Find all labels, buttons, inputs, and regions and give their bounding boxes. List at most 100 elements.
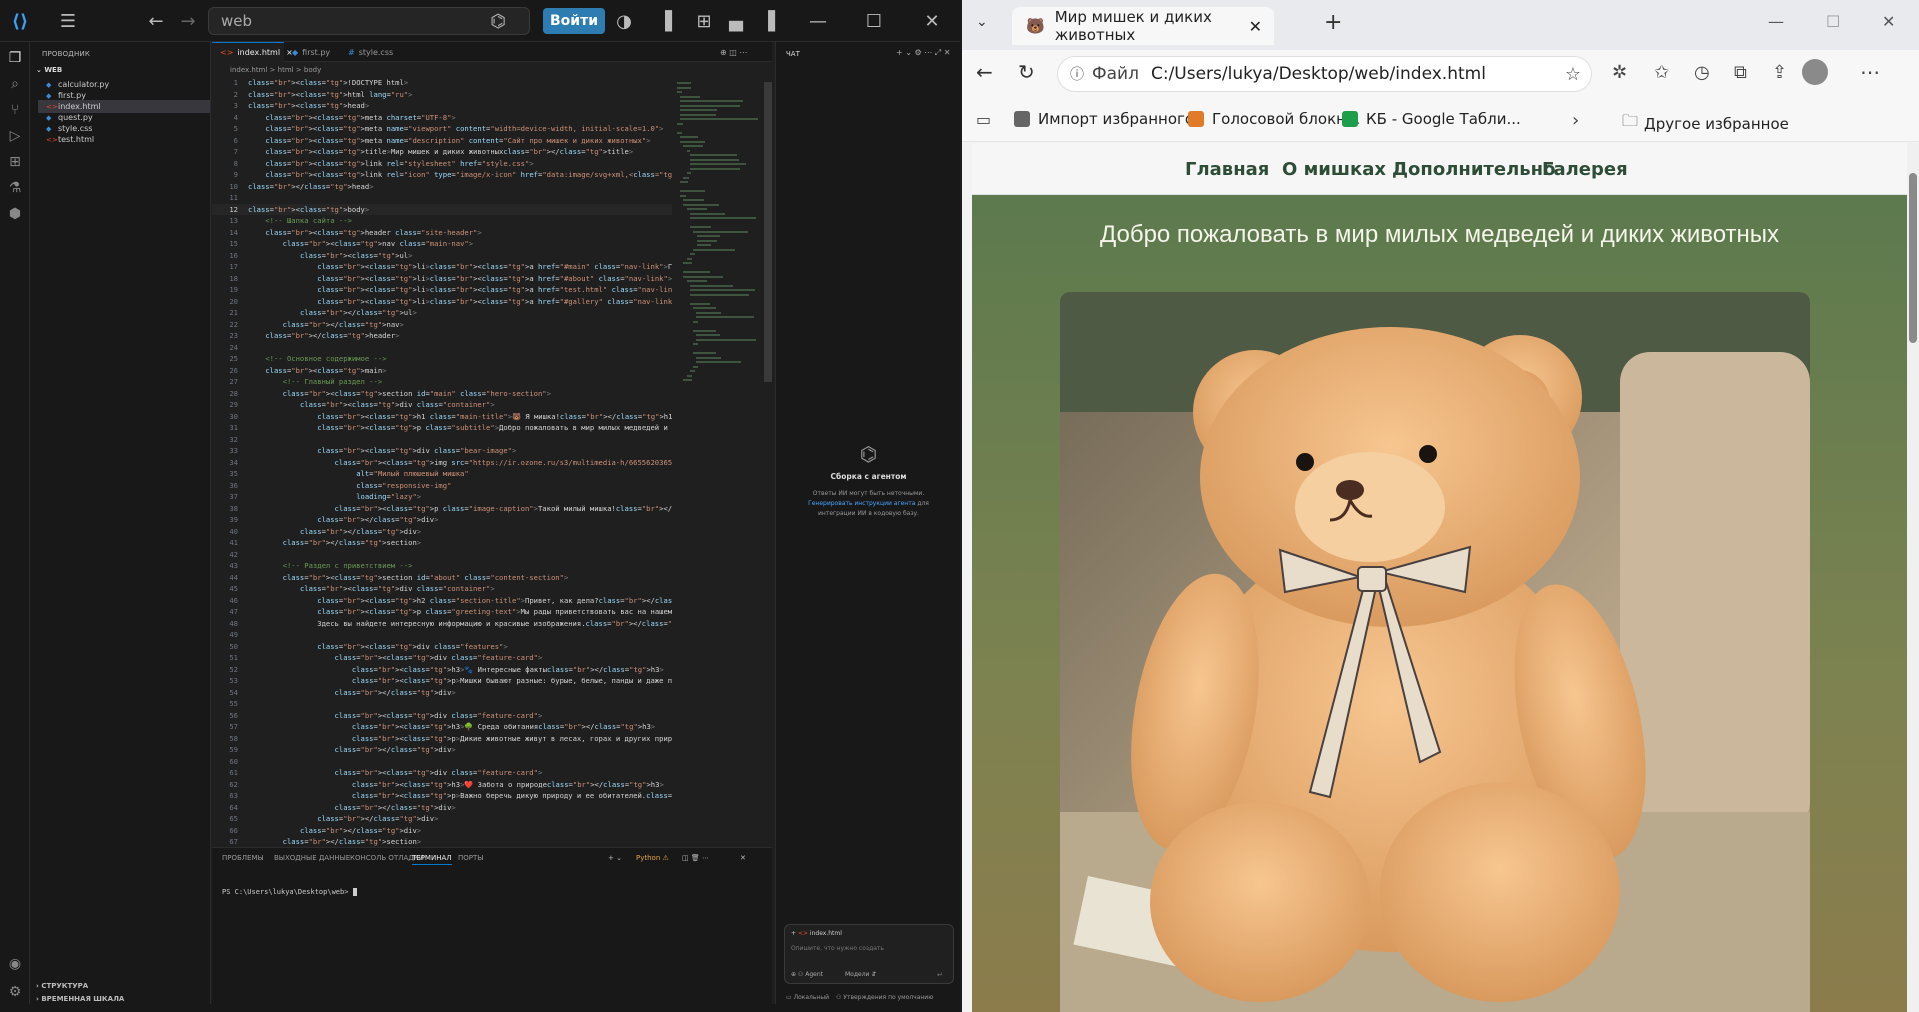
code-line[interactable]: 65 class="br"></class="tg">div>	[212, 813, 672, 825]
chat-local-label[interactable]: ▭ Локальный	[786, 994, 829, 1001]
login-button[interactable]: Войти	[543, 8, 605, 34]
code-line[interactable]: 40 class="br"></class="tg">div>	[212, 526, 672, 538]
code-line[interactable]: 6 class="br"><class="tg">meta name="desc…	[212, 135, 672, 147]
menu-icon[interactable]: ☰	[56, 9, 80, 33]
code-line[interactable]: 57 class="br"><class="tg">h3>🌳 Среда оби…	[212, 721, 672, 733]
code-line[interactable]: 15 class="br"><class="tg">nav class="mai…	[212, 238, 672, 250]
chat-approvals-label[interactable]: ⚇ Утверждения по умолчанию	[836, 994, 933, 1001]
maximize-icon[interactable]: ☐	[862, 9, 886, 33]
code-line[interactable]: 66 class="br"></class="tg">div>	[212, 825, 672, 837]
code-line[interactable]: 12 class="br"><class="tg">body>	[212, 203, 672, 215]
refresh-icon[interactable]: ↻	[1018, 60, 1035, 84]
info-icon[interactable]: ⓘ	[1070, 64, 1084, 84]
code-line[interactable]: 43 <!-- Раздел с приветствием -->	[212, 560, 672, 572]
code-line[interactable]: 64 class="br"></class="tg">div>	[212, 802, 672, 814]
code-line[interactable]: 20 class="br"><class="tg">li>class="br">…	[212, 296, 672, 308]
extensions-icon[interactable]: ✲	[1612, 62, 1627, 83]
toggle-sidebar-icon[interactable]: ▌	[660, 9, 684, 33]
code-line[interactable]: 28 class="br"><class="tg">section id="ma…	[212, 388, 672, 400]
accounts-icon[interactable]: ◑	[612, 9, 636, 33]
extensions-icon[interactable]: ⊞	[5, 152, 25, 172]
code-line[interactable]: 24	[212, 342, 672, 354]
close-icon[interactable]: ✕	[1882, 12, 1895, 31]
favorite-item[interactable]: Голосовой блокн...	[1188, 110, 1360, 128]
tab-problems[interactable]: ПРОБЛЕМЫ	[222, 854, 264, 862]
code-line[interactable]: 42	[212, 549, 672, 561]
chat-model-select[interactable]: Модели ⇵	[845, 971, 876, 978]
chat-context-file[interactable]: + <> index.html	[791, 930, 842, 937]
code-line[interactable]: 22 class="br"></class="tg">nav>	[212, 319, 672, 331]
code-line[interactable]: 39 class="br"></class="tg">div>	[212, 514, 672, 526]
panel-close-icon[interactable]: ✕	[740, 854, 746, 862]
code-line[interactable]: 52 class="br"><class="tg">h3>🐾 Интересны…	[212, 664, 672, 676]
new-tab-icon[interactable]: +	[1324, 10, 1342, 35]
terminal-output[interactable]: PS C:\Users\lukya\Desktop\web>	[222, 888, 357, 896]
back-icon[interactable]: ←	[976, 60, 993, 84]
site-nav-link[interactable]: О мишках	[1282, 159, 1386, 180]
page-scrollbar[interactable]	[1907, 143, 1919, 1012]
toggle-secondary-sidebar-icon[interactable]: ▐	[756, 9, 780, 33]
maximize-icon[interactable]: ☐	[1826, 12, 1840, 31]
timeline-section[interactable]: › ВРЕМЕННАЯ ШКАЛА	[36, 995, 124, 1003]
copilot-icon[interactable]: ⌬	[486, 9, 510, 33]
code-line[interactable]: 30 class="br"><class="tg">h1 class="main…	[212, 411, 672, 423]
code-line[interactable]: 62 class="br"><class="tg">h3>❤️ Забота о…	[212, 779, 672, 791]
close-icon[interactable]: ✕	[920, 9, 944, 33]
chat-actions-icon[interactable]: + ⌄ ⚙ ⋯ ⤢ ✕	[896, 48, 950, 58]
editor-actions-icon[interactable]: ⊕ ◫ ⋯	[712, 42, 747, 62]
code-line[interactable]: 35 alt="Милый плюшевый мишка"	[212, 468, 672, 480]
forward-icon[interactable]: →	[176, 9, 200, 33]
tab-style-css[interactable]: # style.css	[340, 42, 400, 62]
code-line[interactable]: 50 class="br"><class="tg">div class="fea…	[212, 641, 672, 653]
other-favorites[interactable]: 🗀 Другое избранное	[1622, 110, 1789, 137]
code-line[interactable]: 23 class="br"></class="tg">header>	[212, 330, 672, 342]
chat-mode-select[interactable]: ⊕ ⚇ Agent	[791, 971, 823, 978]
testing-icon[interactable]: ⚗	[5, 178, 25, 198]
tab-actions-icon[interactable]: ⌄	[976, 14, 988, 30]
code-line[interactable]: 25 <!-- Основное содержимое -->	[212, 353, 672, 365]
code-line[interactable]: 7 class="br"><class="tg">title>Мир мишек…	[212, 146, 672, 158]
tab-first-py[interactable]: ◆ first.py	[284, 42, 340, 62]
site-nav-link[interactable]: Галерея	[1542, 159, 1628, 180]
site-nav-link[interactable]: Дополнительно	[1392, 159, 1555, 180]
code-line[interactable]: 10 class="br"></class="tg">head>	[212, 181, 672, 193]
explorer-icon[interactable]: ❐	[5, 48, 25, 68]
code-line[interactable]: 5 class="br"><class="tg">meta name="view…	[212, 123, 672, 135]
code-line[interactable]: 16 class="br"><class="tg">ul>	[212, 250, 672, 262]
screenshot-icon[interactable]: ⧉	[1734, 62, 1747, 83]
favorites-icon[interactable]: ✩	[1654, 62, 1669, 83]
code-line[interactable]: 67 class="br"></class="tg">section>	[212, 836, 672, 848]
code-editor[interactable]: 1 class="br"><class="tg">!DOCTYPE html> 2 c…	[212, 77, 672, 889]
code-line[interactable]: 47 class="br"><class="tg">p class="greet…	[212, 606, 672, 618]
command-center-search[interactable]: web	[208, 7, 530, 35]
browser-tab[interactable]: 🐻 Мир мишек и диких животных ✕	[1012, 7, 1274, 45]
code-line[interactable]: 4 class="br"><class="tg">meta charset="U…	[212, 112, 672, 124]
code-line[interactable]: 19 class="br"><class="tg">li>class="br">…	[212, 284, 672, 296]
code-line[interactable]: 31 class="br"><class="tg">p class="subti…	[212, 422, 672, 434]
terminal-shell-label[interactable]: Python ⚠	[636, 854, 669, 862]
code-line[interactable]: 46 class="br"><class="tg">h2 class="sect…	[212, 595, 672, 607]
code-line[interactable]: 33 class="br"><class="tg">div class="bea…	[212, 445, 672, 457]
code-line[interactable]: 60	[212, 756, 672, 768]
code-line[interactable]: 13 <!-- Шапка сайта -->	[212, 215, 672, 227]
code-line[interactable]: 37 loading="lazy">	[212, 491, 672, 503]
toggle-panel-icon[interactable]: ▄	[724, 9, 748, 33]
code-line[interactable]: 51 class="br"><class="tg">div class="fea…	[212, 652, 672, 664]
settings-gear-icon[interactable]: ⚙	[5, 982, 25, 1002]
share-icon[interactable]: ⇪	[1772, 62, 1787, 83]
code-line[interactable]: 17 class="br"><class="tg">li>class="br">…	[212, 261, 672, 273]
favorites-overflow-icon[interactable]: ›	[1572, 110, 1579, 131]
tab-ports[interactable]: ПОРТЫ	[458, 854, 483, 862]
chat-input-box[interactable]: + <> index.html Опишите, что нужно созда…	[784, 924, 954, 984]
account-icon[interactable]: ◉	[5, 954, 25, 974]
code-line[interactable]: 59 class="br"></class="tg">div>	[212, 744, 672, 756]
code-line[interactable]: 38 class="br"><class="tg">p class="image…	[212, 503, 672, 515]
site-nav-link[interactable]: Главная	[1185, 159, 1269, 180]
code-line[interactable]: 21 class="br"></class="tg">ul>	[212, 307, 672, 319]
breadcrumb[interactable]: index.html > html > body	[230, 66, 321, 74]
source-control-icon[interactable]: ⑂	[5, 100, 25, 120]
code-line[interactable]: 11	[212, 192, 672, 204]
scrollbar-thumb[interactable]	[1909, 173, 1917, 343]
folder-web[interactable]: ⌄ WEB	[36, 66, 62, 74]
run-debug-icon[interactable]: ▷	[5, 126, 25, 146]
